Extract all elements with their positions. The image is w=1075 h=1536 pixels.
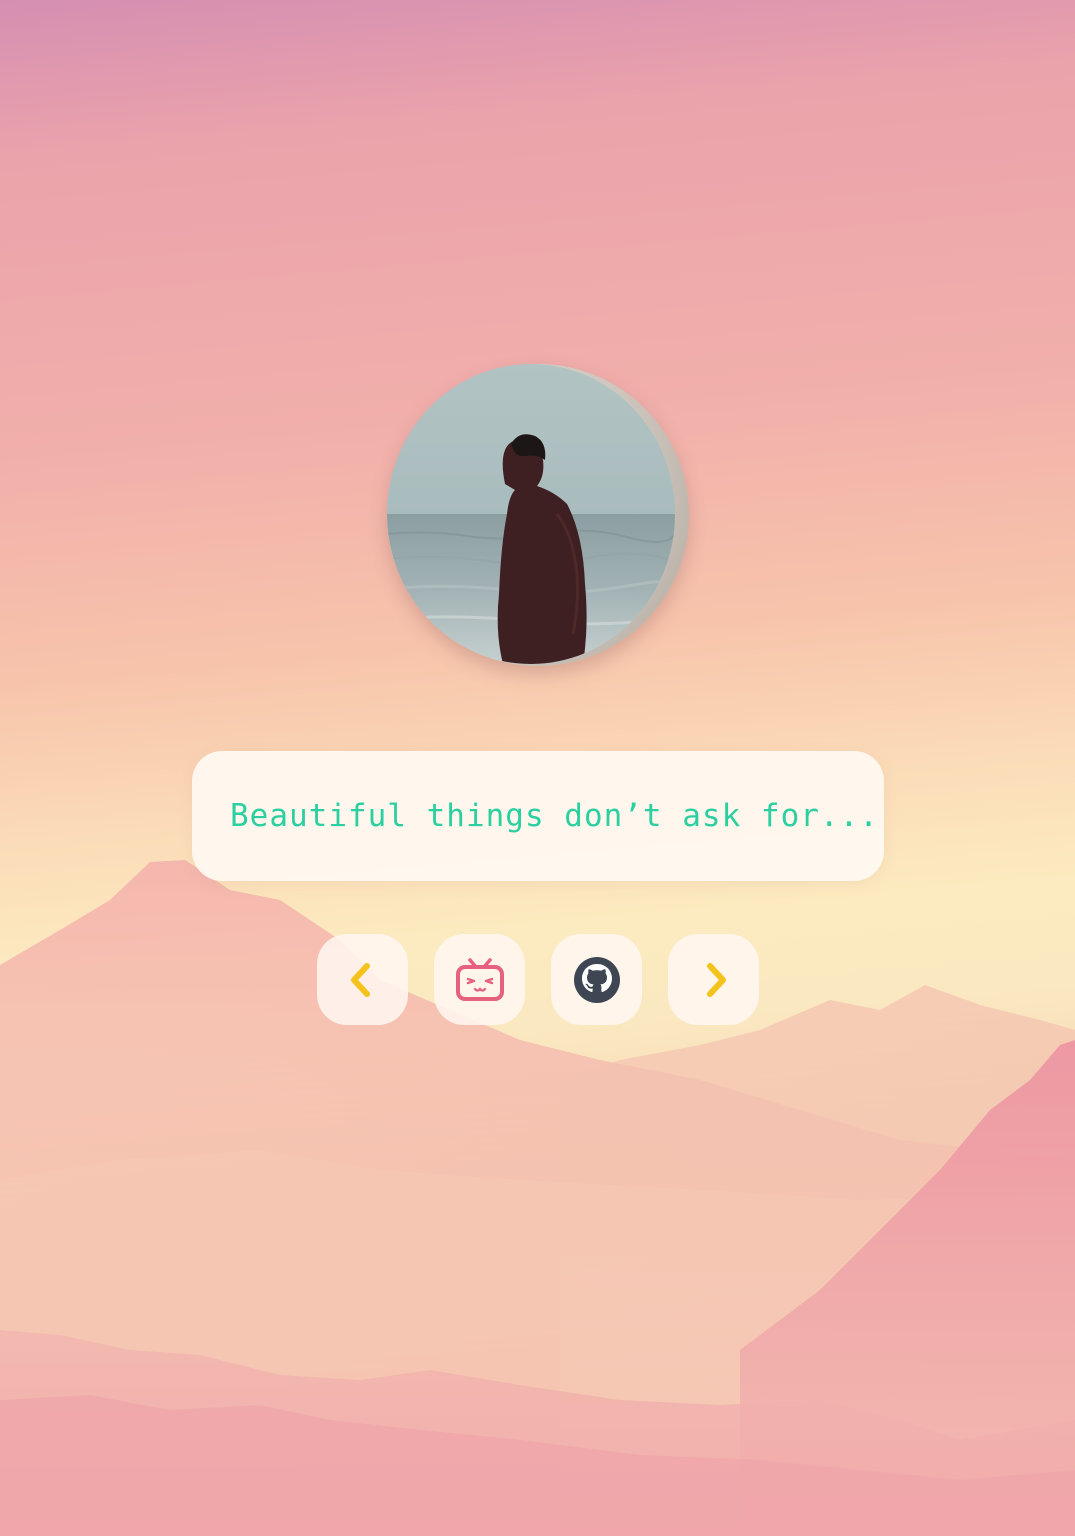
avatar[interactable] — [387, 364, 689, 666]
avatar-photo — [387, 364, 675, 664]
quote-card: Beautiful things don’t ask for... — [192, 751, 884, 881]
bilibili-button[interactable] — [434, 934, 525, 1025]
quote-text: Beautiful things don’t ask for... — [230, 798, 879, 834]
previous-button[interactable] — [317, 934, 408, 1025]
next-button[interactable] — [668, 934, 759, 1025]
bilibili-tv-icon — [455, 957, 504, 1001]
avatar-image — [387, 364, 675, 664]
chevron-right-icon — [706, 962, 726, 997]
github-button[interactable] — [551, 934, 642, 1025]
chevron-left-icon — [350, 962, 370, 997]
github-icon — [573, 956, 620, 1003]
